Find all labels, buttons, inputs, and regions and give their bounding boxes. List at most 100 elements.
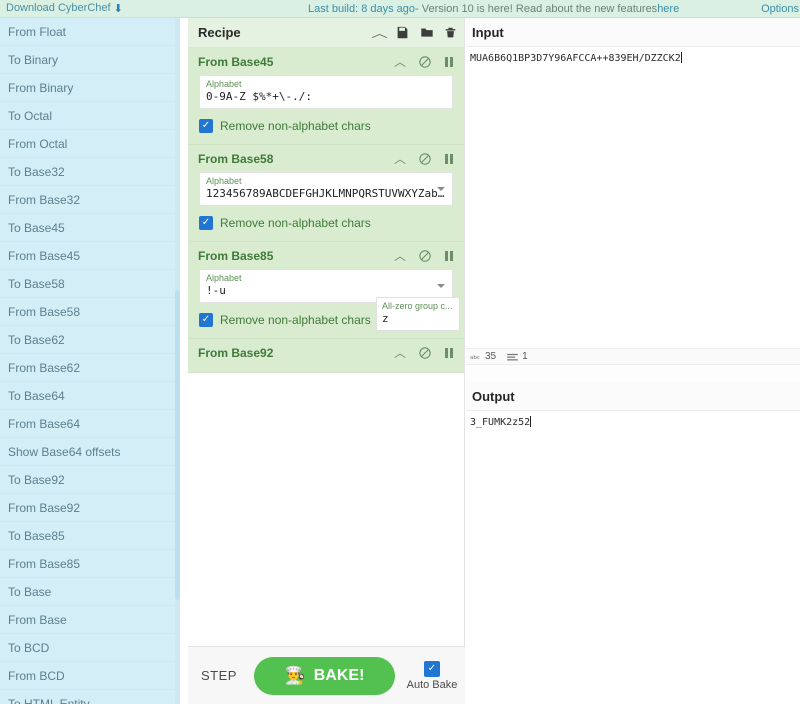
disable-icon[interactable] xyxy=(419,55,431,68)
chevron-up-icon[interactable]: ︿ xyxy=(394,53,406,70)
output-value: 3_FUMK2z52 xyxy=(470,417,531,428)
panel-divider xyxy=(180,18,188,704)
sidebar-item-from-base64[interactable]: From Base64 xyxy=(0,410,180,438)
sidebar-item-label: From BCD xyxy=(8,669,65,683)
sidebar-item-label: To Base92 xyxy=(8,473,65,487)
recipe-title: Recipe xyxy=(198,25,241,40)
disable-icon[interactable] xyxy=(419,346,431,359)
build-info: Last build: 8 days ago - Version 10 is h… xyxy=(308,0,679,18)
recipe-scrollbar[interactable] xyxy=(459,48,464,645)
io-splitter[interactable] xyxy=(466,365,800,382)
alphabet-input[interactable]: Alphabet 123456789ABCDEFGHJKLMNPQRSTUVWXY… xyxy=(199,172,453,206)
argument-label: Alphabet xyxy=(206,79,242,89)
pause-icon[interactable] xyxy=(444,56,454,68)
recipe-operation[interactable]: From Base92 ︿ xyxy=(188,339,464,373)
disable-icon[interactable] xyxy=(419,249,431,262)
auto-bake-checkbox[interactable]: ✓ xyxy=(424,660,440,677)
input-value: MUA6B6Q1BP3D7Y96AFCCA++839EH/DZZCK2 xyxy=(470,53,681,64)
sidebar-item-from-base32[interactable]: From Base32 xyxy=(0,186,180,214)
remove-non-alphabet-toggle[interactable]: ✓ Remove non-alphabet chars All-zero group… xyxy=(188,297,464,338)
chevron-down-icon[interactable] xyxy=(437,187,445,191)
download-cyberchef-link[interactable]: Download CyberChef ⬇ xyxy=(0,2,123,15)
options-link[interactable]: Options xyxy=(761,0,800,18)
chevron-up-icon[interactable]: ︿ xyxy=(371,25,388,41)
sidebar-item-label: To Base58 xyxy=(8,277,65,291)
sidebar-item-label: To Base64 xyxy=(8,389,65,403)
sidebar-item-from-base62[interactable]: From Base62 xyxy=(0,354,180,382)
alphabet-input[interactable]: Alphabet 0-9A-Z $%*+\-./: xyxy=(199,75,453,109)
pause-icon[interactable] xyxy=(444,347,454,359)
sidebar-item-label: From Octal xyxy=(8,137,68,151)
recipe-ops-container: From Base45 ︿ Alphabet 0-9A-Z $%*+\-./: ✓ Rem… xyxy=(188,48,464,373)
remove-non-alphabet-checkbox[interactable]: ✓ xyxy=(199,216,213,230)
sidebar-item-label: From Base32 xyxy=(8,193,81,207)
io-panel: Input MUA6B6Q1BP3D7Y96AFCCA++839EH/DZZCK… xyxy=(466,18,800,704)
lines-icon xyxy=(507,353,518,361)
new-features-link[interactable]: here xyxy=(657,3,679,15)
sidebar-item-to-base64[interactable]: To Base64 xyxy=(0,382,180,410)
remove-non-alphabet-checkbox[interactable]: ✓ xyxy=(199,313,213,327)
sidebar-item-from-binary[interactable]: From Binary xyxy=(0,74,180,102)
input-text[interactable]: MUA6B6Q1BP3D7Y96AFCCA++839EH/DZZCK2 xyxy=(466,47,800,66)
bake-button[interactable]: 👨‍🍳 BAKE! xyxy=(254,656,395,695)
operation-title: From Base58 xyxy=(198,151,274,166)
operation-header: From Base92 ︿ xyxy=(188,339,464,366)
input-editor[interactable]: MUA6B6Q1BP3D7Y96AFCCA++839EH/DZZCK2 xyxy=(466,47,800,348)
remove-non-alphabet-toggle[interactable]: ✓ Remove non-alphabet chars xyxy=(188,216,464,241)
bake-label: BAKE! xyxy=(313,666,365,684)
version-text: - Version 10 is here! Read about the new… xyxy=(415,3,658,15)
sidebar-item-to-octal[interactable]: To Octal xyxy=(0,102,180,130)
recipe-operation[interactable]: From Base85 ︿ Alphabet !-u ✓ Remove non-alpha… xyxy=(188,242,464,339)
sidebar-item-from-float[interactable]: From Float xyxy=(0,18,180,46)
recipe-operation[interactable]: From Base58 ︿ Alphabet 123456789ABCDEFGHJKL… xyxy=(188,145,464,242)
chevron-up-icon[interactable]: ︿ xyxy=(394,344,406,361)
output-caret xyxy=(530,416,532,427)
auto-bake-label: Auto Bake xyxy=(406,678,458,691)
sidebar-item-from-base92[interactable]: From Base92 xyxy=(0,494,180,522)
sidebar-item-from-base[interactable]: From Base xyxy=(0,606,180,634)
step-button[interactable]: STEP xyxy=(188,668,250,683)
svg-text:abc: abc xyxy=(470,354,480,360)
sidebar-item-to-bcd[interactable]: To BCD xyxy=(0,634,180,662)
sidebar-item-to-html-entity[interactable]: To HTML Entity xyxy=(0,690,180,704)
input-caret xyxy=(680,52,682,63)
sidebar-item-to-base85[interactable]: To Base85 xyxy=(0,522,180,550)
all-zero-group-argument[interactable]: All-zero group c... z xyxy=(376,297,460,331)
build-info-text[interactable]: Last build: 8 days ago xyxy=(308,3,415,15)
disable-icon[interactable] xyxy=(419,152,431,165)
sidebar-item-from-base45[interactable]: From Base45 xyxy=(0,242,180,270)
sidebar-item-from-base85[interactable]: From Base85 xyxy=(0,550,180,578)
remove-non-alphabet-toggle[interactable]: ✓ Remove non-alphabet chars xyxy=(188,119,464,144)
output-editor[interactable]: 3_FUMK2z52 xyxy=(466,411,800,701)
sidebar-item-to-base45[interactable]: To Base45 xyxy=(0,214,180,242)
sidebar-item-from-bcd[interactable]: From BCD xyxy=(0,662,180,690)
sidebar-item-to-base92[interactable]: To Base92 xyxy=(0,466,180,494)
sidebar-item-label: To Binary xyxy=(8,53,59,67)
remove-non-alphabet-checkbox[interactable]: ✓ xyxy=(199,119,213,133)
sidebar-item-to-base[interactable]: To Base xyxy=(0,578,180,606)
operations-sidebar[interactable]: From Float To Binary From Binary To Octal Fr… xyxy=(0,18,180,704)
sidebar-item-label: To Octal xyxy=(8,109,53,123)
sidebar-item-to-base62[interactable]: To Base62 xyxy=(0,326,180,354)
folder-icon[interactable] xyxy=(420,26,434,39)
trash-icon[interactable] xyxy=(445,26,456,39)
sidebar-item-to-base58[interactable]: To Base58 xyxy=(0,270,180,298)
sidebar-item-from-octal[interactable]: From Octal xyxy=(0,130,180,158)
pause-icon[interactable] xyxy=(444,153,454,165)
output-pane: Output 3_FUMK2z52 xyxy=(466,382,800,704)
output-header: Output xyxy=(466,382,800,411)
sidebar-item-to-base32[interactable]: To Base32 xyxy=(0,158,180,186)
recipe-header: Recipe ︿ xyxy=(188,18,464,48)
save-icon[interactable] xyxy=(396,26,409,39)
chevron-up-icon[interactable]: ︿ xyxy=(394,247,406,264)
recipe-operation[interactable]: From Base45 ︿ Alphabet 0-9A-Z $%*+\-./: ✓ Rem… xyxy=(188,48,464,145)
chevron-up-icon[interactable]: ︿ xyxy=(394,150,406,167)
sidebar-item-label: From Base85 xyxy=(8,557,81,571)
sidebar-item-show-base64-offsets[interactable]: Show Base64 offsets xyxy=(0,438,180,466)
recipe-operation-list[interactable]: From Base45 ︿ Alphabet 0-9A-Z $%*+\-./: ✓ Rem… xyxy=(188,48,464,645)
pause-icon[interactable] xyxy=(444,250,454,262)
sidebar-item-from-base58[interactable]: From Base58 xyxy=(0,298,180,326)
auto-bake-toggle[interactable]: ✓ Auto Bake xyxy=(399,660,465,691)
chevron-down-icon[interactable] xyxy=(437,284,445,288)
sidebar-item-to-binary[interactable]: To Binary xyxy=(0,46,180,74)
